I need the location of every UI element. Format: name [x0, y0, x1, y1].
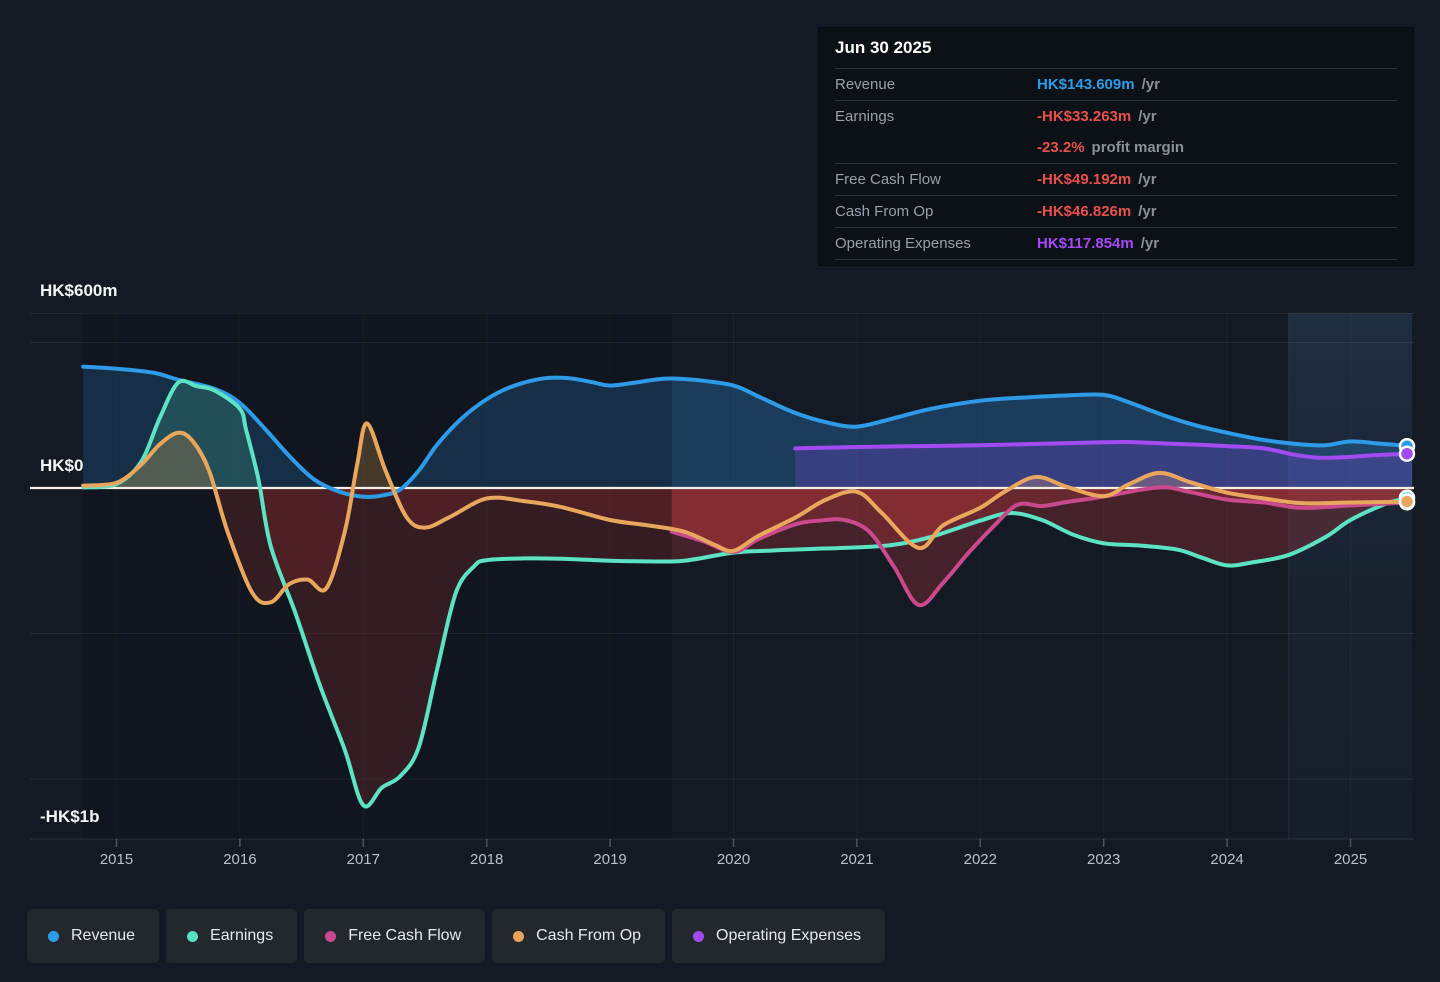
legend-dot-icon [325, 931, 336, 942]
tooltip-row-operating-expenses: Operating ExpensesHK$117.854m/yr [835, 228, 1397, 260]
tooltip-row-suffix: /yr [1138, 108, 1156, 125]
earnings-revenue-history-chart: HK$600m HK$0 -HK$1b 2015 2016 2017 2018 2019 20… [0, 0, 1440, 982]
legend-item-operating-expenses[interactable]: Operating Expenses [672, 909, 885, 963]
tooltip-rows: RevenueHK$143.609m/yrEarnings-HK$33.263m… [835, 69, 1397, 260]
tooltip-row-suffix: /yr [1141, 235, 1159, 252]
tooltip-row-label: Earnings [835, 108, 1037, 125]
legend-dot-icon [48, 931, 59, 942]
tooltip: Jun 30 2025 RevenueHK$143.609m/yrEarning… [818, 27, 1414, 266]
tooltip-row-label: Cash From Op [835, 203, 1037, 220]
legend-item-free-cash-flow[interactable]: Free Cash Flow [304, 909, 485, 963]
tooltip-row-value: -23.2% [1037, 139, 1085, 156]
y-axis-label-hk0: HK$0 [40, 456, 83, 476]
tooltip-row-value: HK$143.609m [1037, 76, 1135, 93]
tooltip-row-cash-from-op: Cash From Op-HK$46.826m/yr [835, 196, 1397, 228]
x-axis-label-2023: 2023 [1069, 851, 1139, 868]
tooltip-row-earnings: Earnings-HK$33.263m/yr [835, 101, 1397, 132]
y-axis-label-hk600m: HK$600m [40, 281, 118, 301]
tooltip-row-suffix: /yr [1138, 203, 1156, 220]
legend-item-label: Revenue [71, 927, 135, 945]
x-axis-label-2020: 2020 [699, 851, 769, 868]
x-axis-label-2016: 2016 [205, 851, 275, 868]
tooltip-row-suffix: /yr [1142, 76, 1160, 93]
x-axis-label-2018: 2018 [452, 851, 522, 868]
legend-item-cash-from-op[interactable]: Cash From Op [492, 909, 665, 963]
tooltip-row-value: -HK$49.192m [1037, 171, 1131, 188]
tooltip-row-value: -HK$46.826m [1037, 203, 1131, 220]
tooltip-date: Jun 30 2025 [835, 28, 1397, 69]
x-axis-label-2015: 2015 [82, 851, 152, 868]
legend-item-label: Cash From Op [536, 927, 641, 945]
tooltip-row-suffix: profit margin [1092, 139, 1185, 156]
legend-item-revenue[interactable]: Revenue [27, 909, 159, 963]
series-cash-from-op-end-dot [1400, 495, 1414, 509]
series-operating-expenses-end-dot [1400, 447, 1414, 461]
legend-item-label: Free Cash Flow [348, 927, 461, 945]
tooltip-row-revenue: RevenueHK$143.609m/yr [835, 69, 1397, 101]
tooltip-row-free-cash-flow: Free Cash Flow-HK$49.192m/yr [835, 164, 1397, 196]
x-axis-label-2022: 2022 [945, 851, 1015, 868]
y-axis-label-hk1b: -HK$1b [40, 807, 100, 827]
legend-dot-icon [513, 931, 524, 942]
x-axis-label-2025: 2025 [1316, 851, 1386, 868]
x-axis-label-2019: 2019 [575, 851, 645, 868]
legend-dot-icon [187, 931, 198, 942]
legend-item-earnings[interactable]: Earnings [166, 909, 297, 963]
legend-dot-icon [693, 931, 704, 942]
legend-item-label: Earnings [210, 927, 273, 945]
x-axis-label-2021: 2021 [822, 851, 892, 868]
tooltip-row-label: Free Cash Flow [835, 171, 1037, 188]
x-axis-label-2024: 2024 [1192, 851, 1262, 868]
tooltip-row-label: Revenue [835, 76, 1037, 93]
tooltip-row-label: Operating Expenses [835, 235, 1037, 252]
tooltip-row-value: -HK$33.263m [1037, 108, 1131, 125]
legend: Revenue Earnings Free Cash Flow Cash From O… [27, 909, 885, 963]
tooltip-row-profit-margin: -23.2% profit margin [835, 132, 1397, 164]
x-axis-label-2017: 2017 [328, 851, 398, 868]
legend-item-label: Operating Expenses [716, 927, 861, 945]
tooltip-row-suffix: /yr [1138, 171, 1156, 188]
tooltip-row-value: HK$117.854m [1037, 235, 1134, 252]
